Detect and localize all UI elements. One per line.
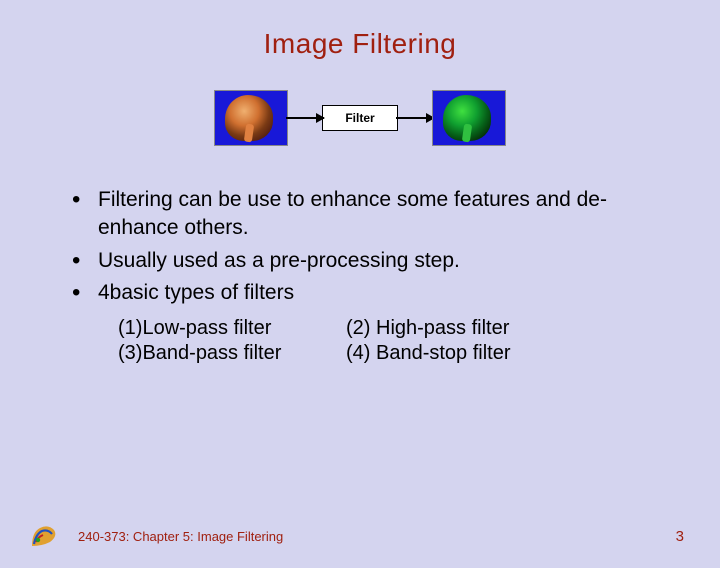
input-brain-image <box>214 90 288 146</box>
bullet-list: Filtering can be use to enhance some fea… <box>70 186 660 307</box>
footer-chapter-text: 240-373: Chapter 5: Image Filtering <box>78 529 676 544</box>
filter-type-item: (1)Low-pass filter <box>118 317 328 340</box>
filter-type-item: (3)Band-pass filter <box>118 342 328 365</box>
bullet-item: 4basic types of filters <box>70 279 660 307</box>
arrow-left <box>286 117 324 119</box>
filter-types-grid: (1)Low-pass filter (2) High-pass filter … <box>118 317 660 365</box>
slide-footer: 240-373: Chapter 5: Image Filtering 3 <box>0 522 720 550</box>
footer-logo-icon <box>28 522 60 550</box>
filter-type-item: (2) High-pass filter <box>346 317 566 340</box>
page-number: 3 <box>676 528 692 545</box>
filter-box: Filter <box>322 105 397 131</box>
bullet-item: Filtering can be use to enhance some fea… <box>70 186 660 243</box>
filter-type-item: (4) Band-stop filter <box>346 342 566 365</box>
output-brain-image <box>432 90 506 146</box>
bullet-item: Usually used as a pre-processing step. <box>70 247 660 275</box>
filter-diagram: Filter <box>0 90 720 146</box>
slide-title: Image Filtering <box>0 28 720 60</box>
arrow-right <box>396 117 434 119</box>
content-area: Filtering can be use to enhance some fea… <box>0 186 720 365</box>
